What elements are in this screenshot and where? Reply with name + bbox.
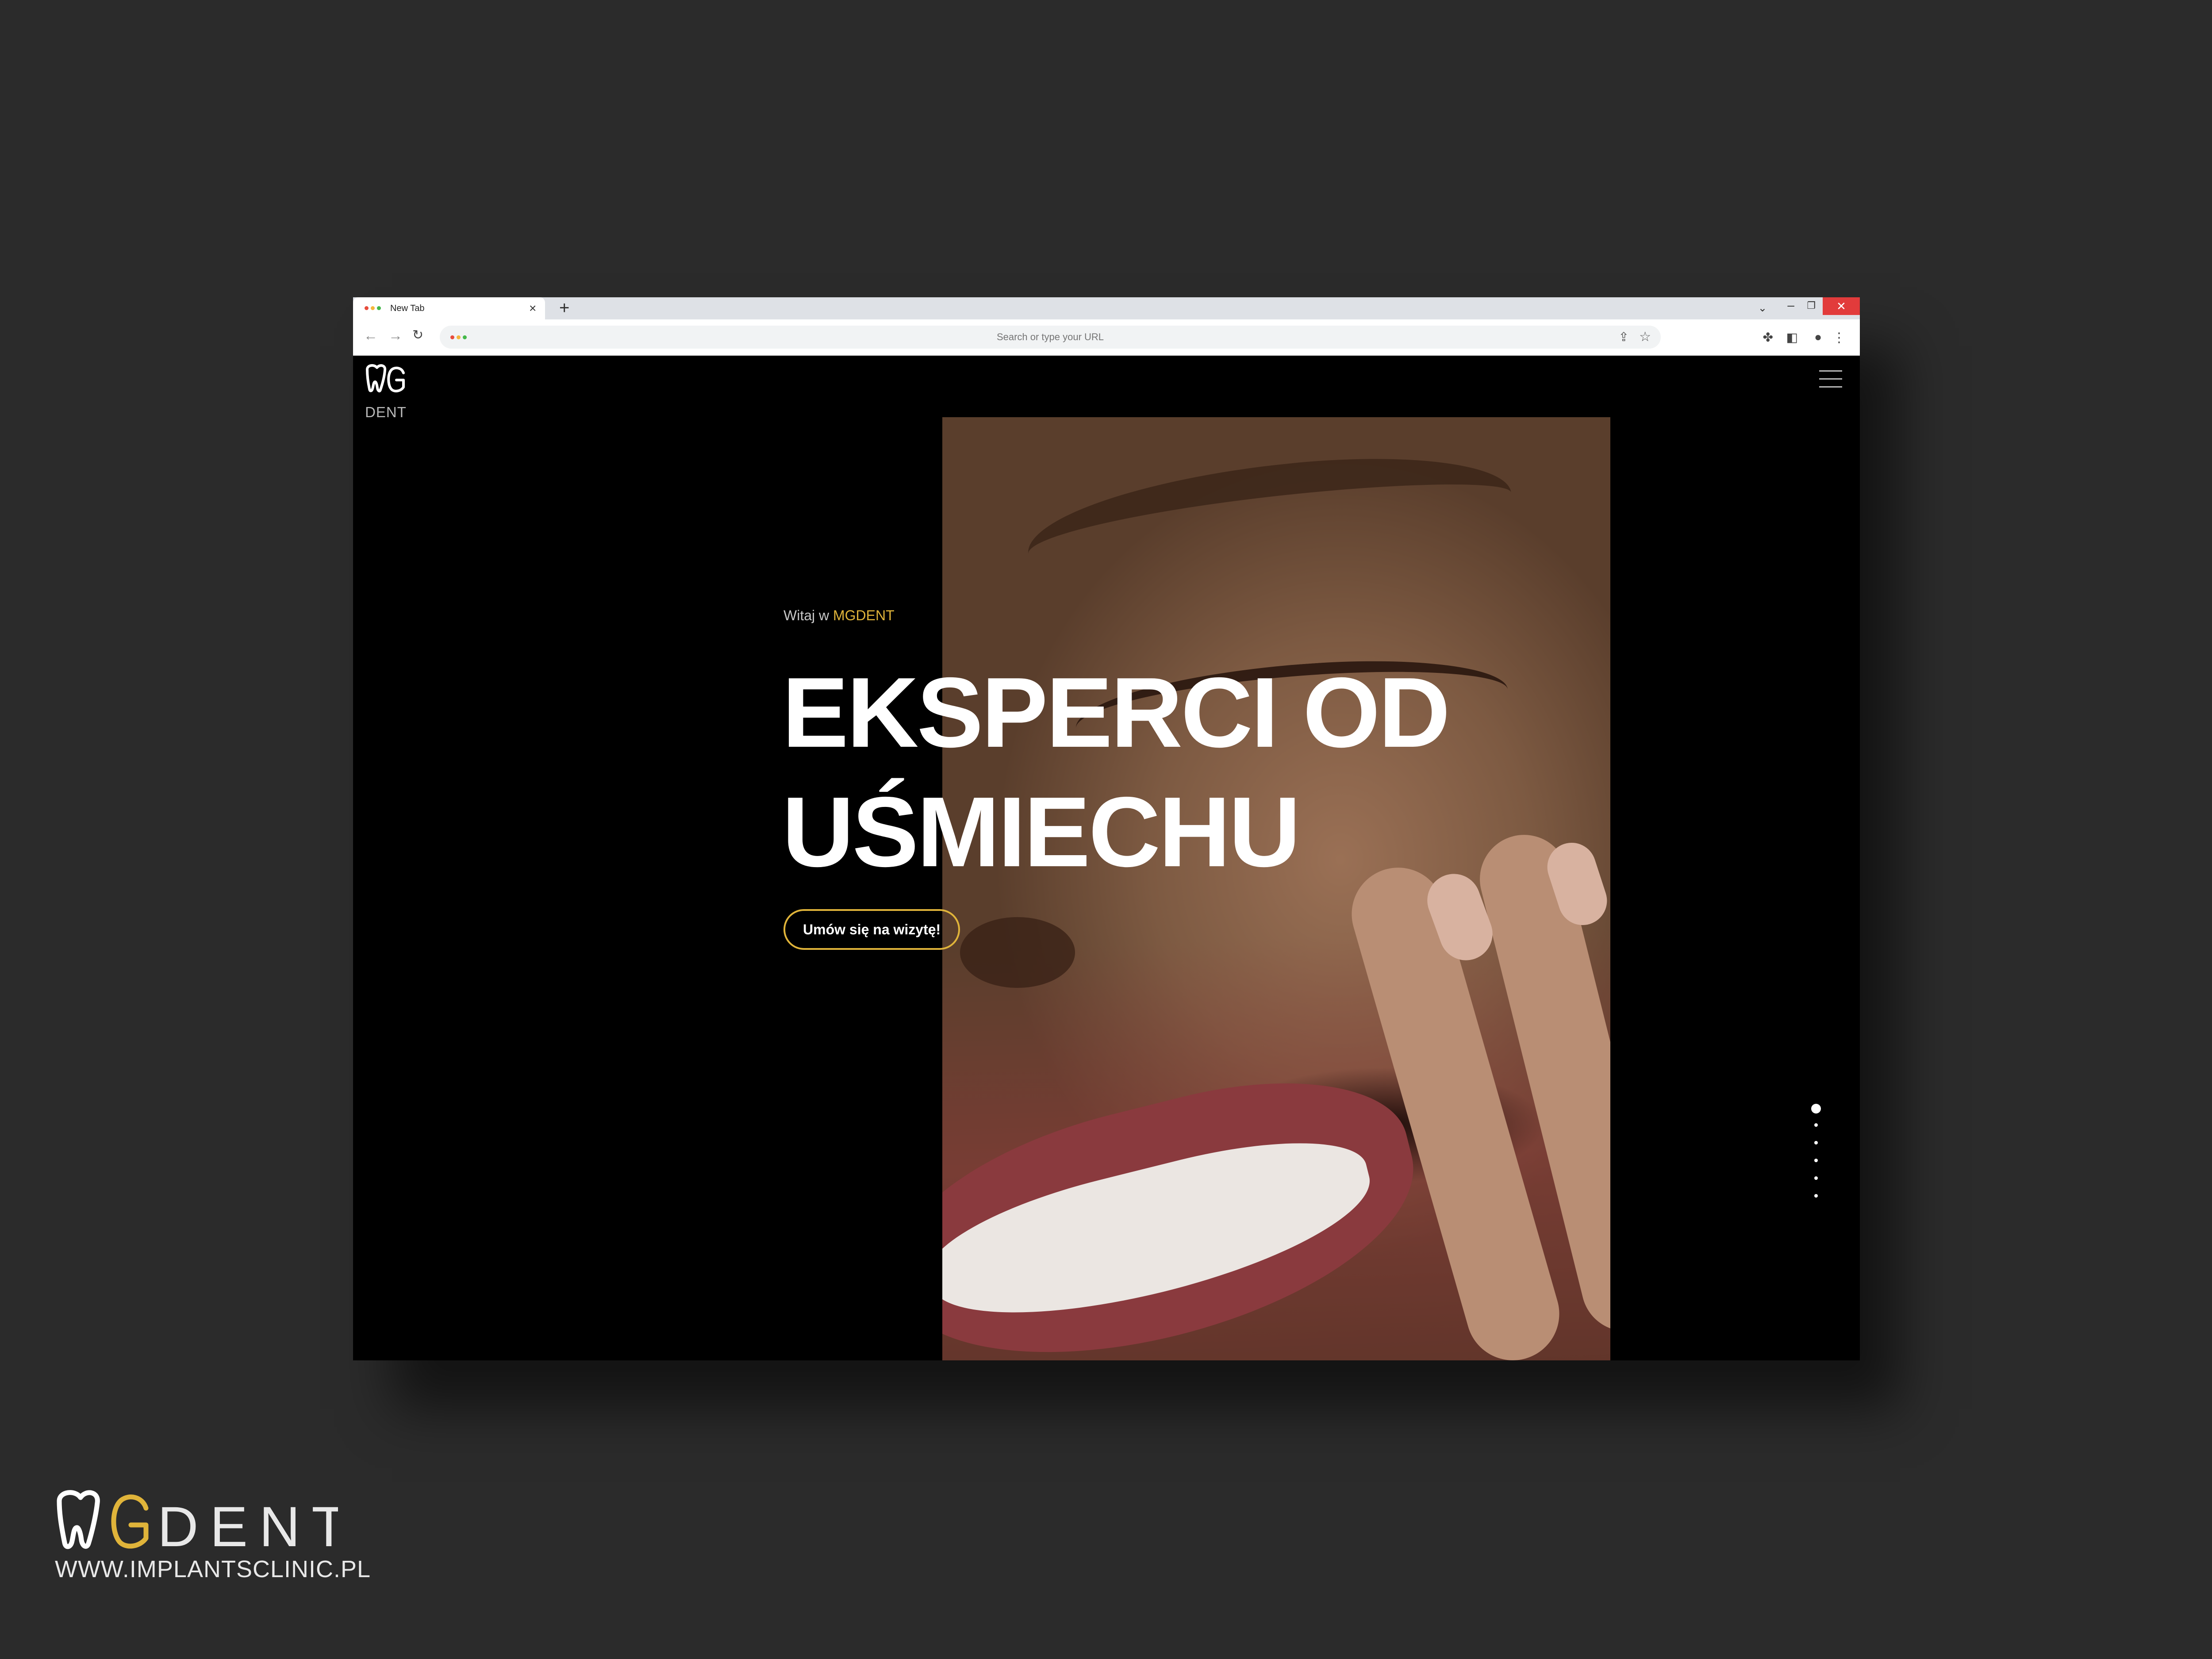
star-icon[interactable]: ☆ (1639, 329, 1651, 345)
active-tab[interactable]: New Tab × (353, 297, 545, 319)
share-icon[interactable]: ⇪ (1619, 330, 1629, 344)
slider-dot[interactable] (1814, 1141, 1818, 1144)
eyebrow-prefix: Witaj w (783, 607, 830, 623)
profile-icon[interactable]: ● (1814, 330, 1822, 344)
hero-title-line2: UŚMIECHU (782, 776, 1301, 887)
browser-toolbar: ← → ↻ ⇪ ☆ ✤ ◧ ● ⋮ (353, 319, 1860, 356)
brand-logo-icon: DENT (57, 1490, 346, 1559)
hero-title: EKSPERCI OD UŚMIECHU (782, 653, 1534, 891)
corner-logo-text: DENT (157, 1495, 338, 1554)
slider-dot[interactable] (1814, 1159, 1818, 1162)
sidebar-icon[interactable]: ◧ (1786, 330, 1798, 345)
book-visit-button[interactable]: Umów się na wizytę! (783, 909, 960, 950)
forward-arrow-icon[interactable]: → (388, 327, 403, 344)
website: DENT Witaj w MGDENT EKSPERCI OD UŚMIECHU… (353, 356, 1860, 1360)
tab-strip: New Tab × + ⌄ – ❐ ✕ (353, 297, 1860, 319)
tab-title: New Tab (390, 303, 425, 313)
hero-title-line1: EKSPERCI OD (782, 657, 1450, 768)
hamburger-icon[interactable] (1819, 370, 1842, 388)
kebab-menu-icon[interactable]: ⋮ (1832, 330, 1846, 346)
website-url: WWW.IMPLANTSCLINIC.PL (55, 1556, 371, 1582)
new-tab-icon[interactable]: + (559, 298, 569, 318)
corner-logo: DENT (55, 1488, 346, 1559)
slider-dot[interactable] (1814, 1176, 1818, 1180)
site-logo[interactable]: DENT (365, 363, 409, 420)
hero-eyebrow: Witaj w MGDENT (783, 607, 895, 624)
favicon-icon (365, 306, 381, 310)
chevron-down-icon[interactable]: ⌄ (1758, 302, 1767, 315)
reload-icon[interactable]: ↻ (412, 327, 423, 343)
logo-text: DENT (365, 404, 407, 420)
tooth-logo-icon (366, 364, 405, 392)
tab-close-icon[interactable]: × (529, 301, 536, 315)
back-arrow-icon[interactable]: ← (364, 327, 378, 344)
browser-window: New Tab × + ⌄ – ❐ ✕ ← → ↻ ⇪ ☆ ✤ ◧ ● ⋮ DE… (353, 297, 1860, 1360)
address-bar[interactable]: ⇪ ☆ (440, 326, 1661, 349)
puzzle-icon[interactable]: ✤ (1763, 330, 1773, 345)
eyebrow-brand: MGDENT (833, 607, 895, 623)
slider-dot[interactable] (1814, 1123, 1818, 1127)
url-input[interactable] (440, 326, 1661, 349)
minimize-icon[interactable]: – (1787, 298, 1794, 312)
close-icon[interactable]: ✕ (1823, 297, 1860, 315)
restore-icon[interactable]: ❐ (1807, 300, 1816, 311)
slider-dot[interactable] (1814, 1194, 1818, 1198)
slider-dot[interactable] (1811, 1104, 1821, 1114)
